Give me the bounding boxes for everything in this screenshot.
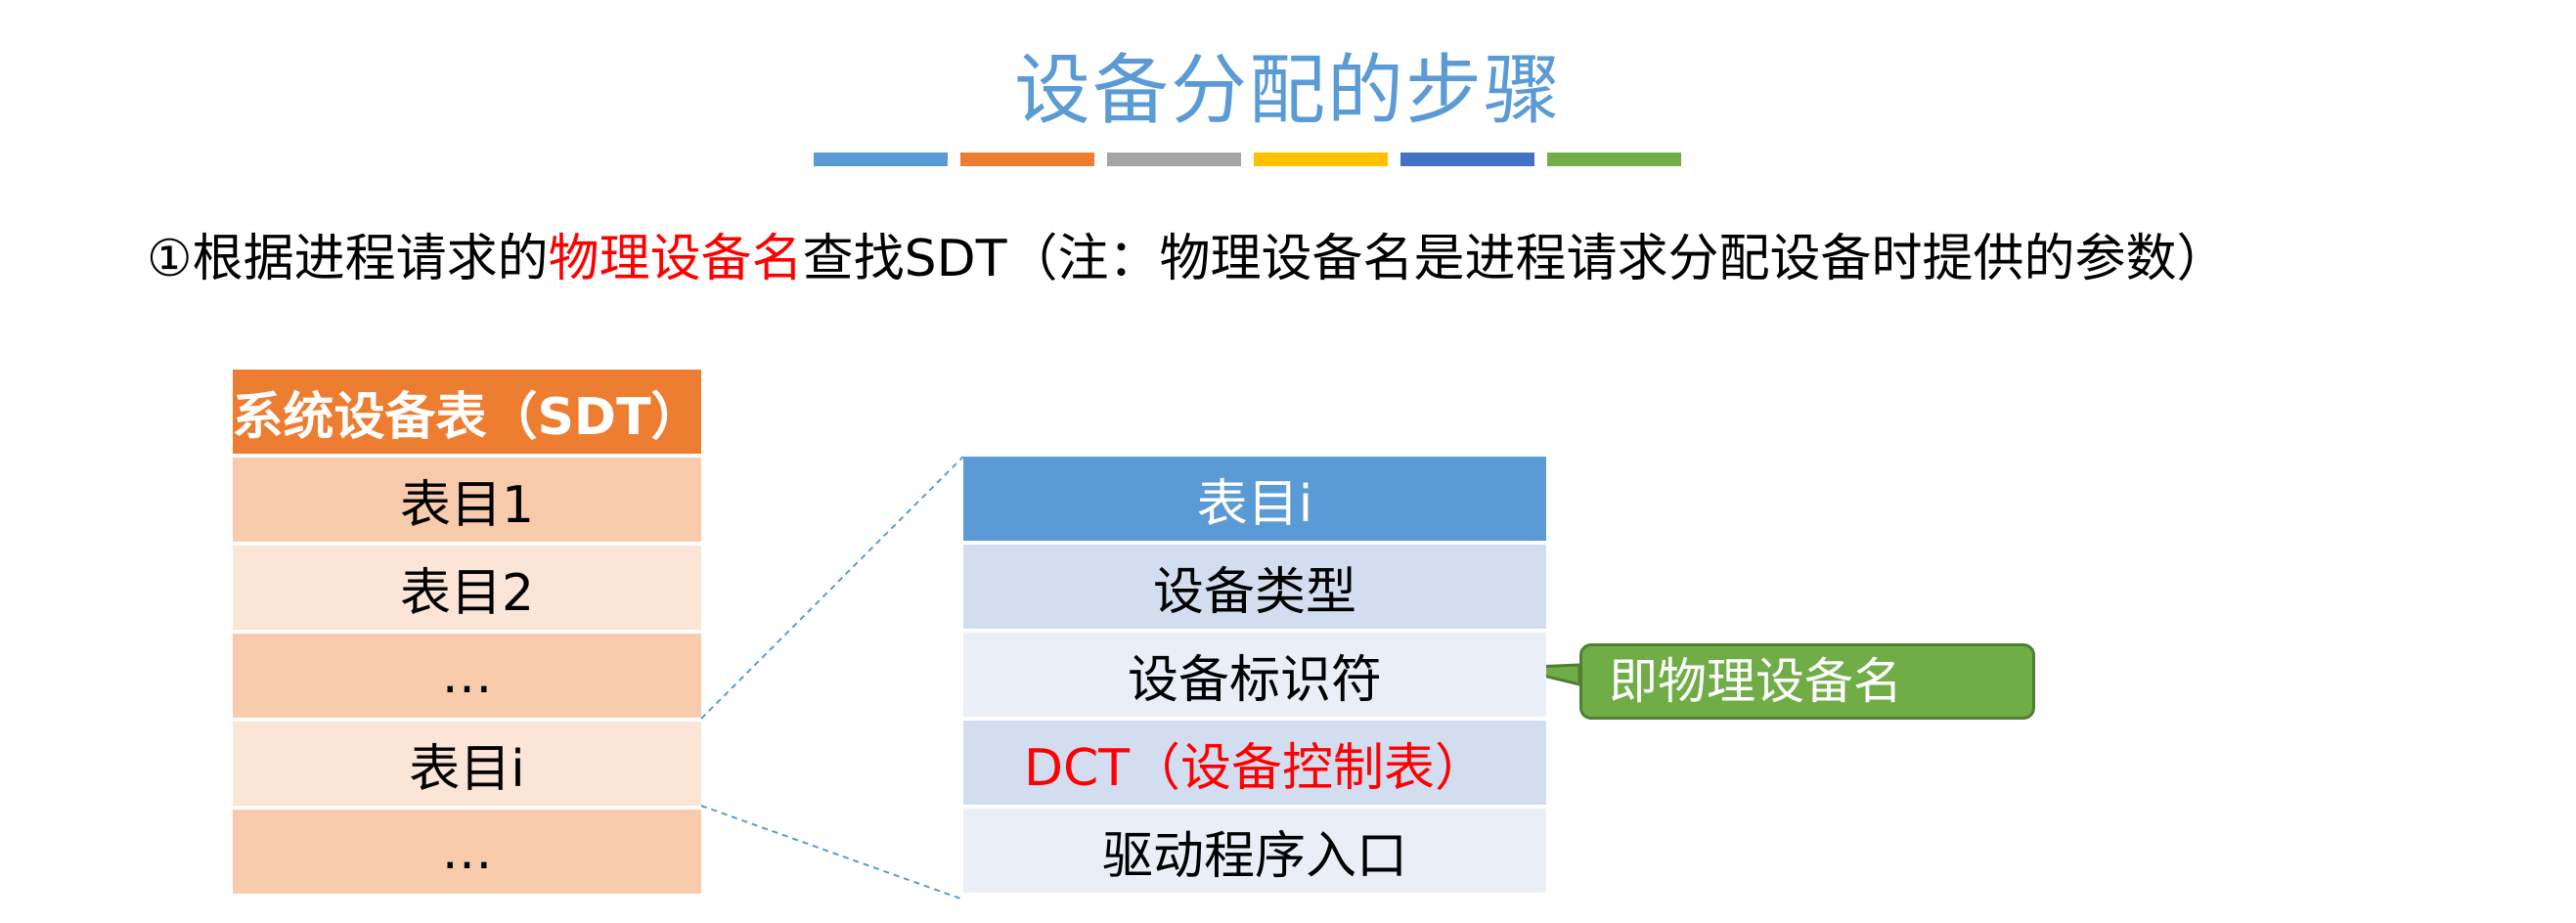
callout-text: 即物理设备名 — [1609, 653, 1902, 710]
sdt-row-4: 表目i — [233, 722, 701, 806]
entry-row-device-id: 设备标识符 — [963, 633, 1546, 717]
sdt-row-2: 表目2 — [233, 546, 701, 630]
sdt-table-header: 系统设备表（SDT） — [232, 370, 702, 454]
sdt-row-1: 表目1 — [233, 458, 701, 542]
entry-row-driver-entry: 驱动程序入口 — [963, 809, 1546, 893]
sdt-row-5: … — [233, 810, 701, 894]
connector-bottom-line — [700, 805, 964, 901]
callout: 即物理设备名 — [1579, 643, 2035, 720]
sdt-row-3: … — [233, 634, 701, 718]
entry-row-device-type: 设备类型 — [963, 545, 1546, 629]
entry-row-dct: DCT（设备控制表） — [963, 721, 1546, 805]
entry-table-header: 表目i — [963, 457, 1546, 541]
connector-top-line — [700, 456, 964, 720]
